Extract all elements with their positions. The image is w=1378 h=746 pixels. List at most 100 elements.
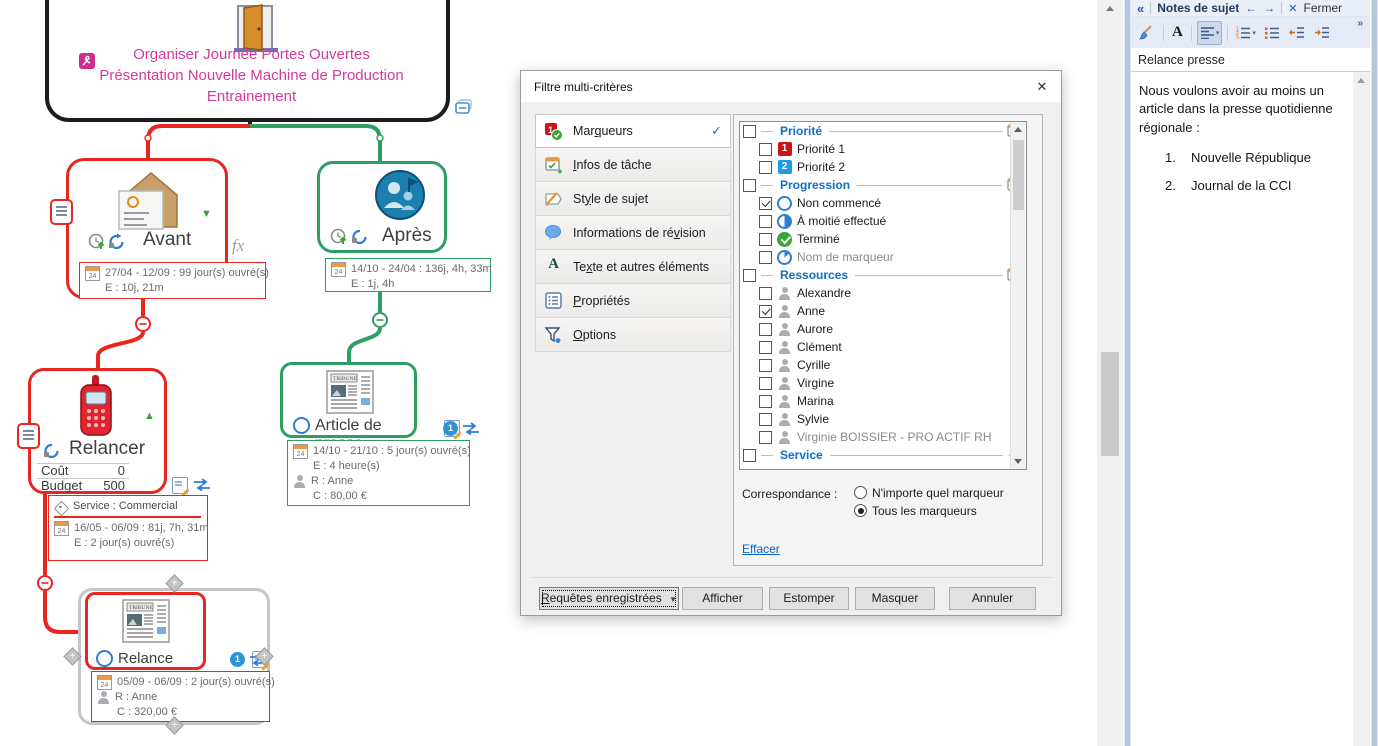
scrollbar-thumb[interactable] xyxy=(1013,140,1024,210)
cancel-button[interactable]: Annuler xyxy=(949,587,1036,610)
marker-item-priorite-2[interactable]: 2 Priorité 2 xyxy=(740,158,1026,176)
marker-list-scrollbar[interactable] xyxy=(1010,122,1026,469)
tab-marqueurs[interactable]: 1 Marqueurs ✓ xyxy=(535,114,731,148)
marker-group-service[interactable]: Service xyxy=(740,446,1026,464)
chevron-down-icon[interactable]: ▼ xyxy=(201,209,212,220)
marker-item-sylvie[interactable]: Sylvie xyxy=(740,410,1026,428)
format-painter-button[interactable] xyxy=(1135,21,1158,45)
tab-infos-de-tache[interactable]: Infos de tâche xyxy=(535,148,731,182)
checkbox[interactable] xyxy=(759,161,772,174)
collapse-panel-icon[interactable]: « xyxy=(1137,1,1144,16)
marker-item-virgine[interactable]: Virgine xyxy=(740,374,1026,392)
tab-style-de-sujet[interactable]: Style de sujet xyxy=(535,182,731,216)
marker-item-virginie-boissier[interactable]: Virginie BOISSIER - PRO ACTIF RH xyxy=(740,428,1026,446)
collapse-subtopics-icon[interactable] xyxy=(455,99,473,115)
checkbox[interactable] xyxy=(759,431,772,444)
progress-not-started-icon[interactable] xyxy=(96,650,113,667)
checkbox[interactable] xyxy=(759,251,772,264)
font-button[interactable]: A xyxy=(1169,21,1186,45)
back-arrow-icon[interactable]: ← xyxy=(1245,1,1257,15)
checkbox[interactable] xyxy=(759,143,772,156)
scroll-up-arrow[interactable] xyxy=(1357,78,1365,83)
saved-queries-button[interactable]: Requêtes enregistrées ▼ xyxy=(539,587,679,610)
bullet-list-button[interactable] xyxy=(1262,21,1283,45)
checkbox[interactable] xyxy=(743,449,756,462)
notes-scrollbar[interactable] xyxy=(1353,72,1370,746)
checkbox[interactable] xyxy=(759,377,772,390)
tab-informations-de-revision[interactable]: Informations de révision xyxy=(535,216,731,250)
filter-dialog[interactable]: Filtre multi-critères ✕ 1 Marqueurs ✓ In… xyxy=(520,70,1062,616)
marker-item-nom-de-marqueur[interactable]: Nom de marqueur xyxy=(740,248,1026,266)
topic-article-de-presse[interactable]: TRIBUNE Article de presse xyxy=(280,362,417,438)
show-button[interactable]: Afficher xyxy=(682,587,763,610)
topic-relance-presse[interactable]: TRIBUNE Relance presse xyxy=(85,592,206,670)
marker-item-alexandre[interactable]: Alexandre xyxy=(740,284,1026,302)
progress-not-started-icon[interactable] xyxy=(293,417,310,434)
numbered-list-button[interactable]: 123 ▾ xyxy=(1233,21,1259,45)
marker-item-a-moitie[interactable]: À moitié effectué xyxy=(740,212,1026,230)
scroll-up-arrow[interactable] xyxy=(1106,6,1114,11)
hide-button[interactable]: Masquer xyxy=(855,587,935,610)
align-button[interactable]: ▾ xyxy=(1197,21,1223,45)
marker-item-marina[interactable]: Marina xyxy=(740,392,1026,410)
chevron-up-icon[interactable]: ▲ xyxy=(144,411,155,422)
checkbox[interactable] xyxy=(759,233,772,246)
radio-icon[interactable] xyxy=(854,504,867,517)
panel-splitter-left[interactable] xyxy=(1124,0,1131,746)
checkbox[interactable] xyxy=(759,341,772,354)
marker-group-progression[interactable]: Progression xyxy=(740,176,1026,194)
comment-count-badge[interactable]: 1 xyxy=(443,421,458,436)
fade-button[interactable]: Estomper xyxy=(769,587,849,610)
marker-item-cyrille[interactable]: Cyrille xyxy=(740,356,1026,374)
forward-arrow-icon[interactable]: → xyxy=(1263,1,1275,15)
marker-item-clement[interactable]: Clément xyxy=(740,338,1026,356)
flowchart-link-icon[interactable] xyxy=(192,477,212,493)
radio-any-marker[interactable]: N'importe quel marqueur xyxy=(854,486,1004,500)
toolbar-overflow-icon[interactable]: » xyxy=(1354,17,1366,30)
marker-item-priorite-1[interactable]: 1 Priorité 1 xyxy=(740,140,1026,158)
clear-link[interactable]: Effacer xyxy=(742,542,780,556)
close-icon[interactable]: ✕ xyxy=(1033,78,1051,96)
checkbox[interactable] xyxy=(759,215,772,228)
notes-topic-title-field[interactable]: Relance presse xyxy=(1131,48,1370,72)
scroll-up-arrow[interactable] xyxy=(1014,127,1022,132)
notes-indicator-badge[interactable] xyxy=(50,199,73,225)
panel-splitter-right[interactable] xyxy=(1371,0,1378,746)
close-panel-icon[interactable]: ✕ xyxy=(1288,2,1297,15)
notes-editor[interactable]: Nous voulons avoir au moins un article d… xyxy=(1131,72,1353,746)
tab-texte-et-autres-elements[interactable]: A Texte et autres éléments xyxy=(535,250,731,284)
topic-apres[interactable]: Après xyxy=(317,161,447,253)
radio-icon[interactable] xyxy=(854,486,867,499)
marker-item-anne[interactable]: Anne xyxy=(740,302,1026,320)
marker-list[interactable]: Priorité 1 Priorité 1 2 Priorité 2 Progr… xyxy=(739,121,1027,470)
tab-proprietes[interactable]: Propriétés xyxy=(535,284,731,318)
notes-indicator-badge[interactable] xyxy=(17,423,40,449)
indent-button[interactable] xyxy=(1311,21,1333,45)
comment-count-badge[interactable]: 1 xyxy=(230,652,245,667)
tab-options[interactable]: Options xyxy=(535,318,731,352)
marker-item-non-commence[interactable]: Non commencé xyxy=(740,194,1026,212)
checkbox[interactable] xyxy=(743,125,756,138)
outdent-button[interactable] xyxy=(1286,21,1308,45)
checkbox[interactable] xyxy=(759,287,772,300)
checkbox[interactable] xyxy=(759,395,772,408)
map-scrollbar-thumb[interactable] xyxy=(1101,352,1119,456)
note-icon[interactable] xyxy=(172,477,188,494)
checkbox[interactable] xyxy=(759,413,772,426)
topic-relancer[interactable]: ▲ Relancer Coût0 Budget500 xyxy=(28,368,167,494)
radio-all-markers[interactable]: Tous les marqueurs xyxy=(854,504,977,518)
checkbox[interactable] xyxy=(759,359,772,372)
scroll-down-arrow[interactable] xyxy=(1014,459,1022,464)
marker-group-priorite[interactable]: Priorité xyxy=(740,122,1026,140)
flowchart-link-icon[interactable] xyxy=(461,421,481,437)
checkbox[interactable] xyxy=(743,179,756,192)
marker-item-termine[interactable]: Terminé xyxy=(740,230,1026,248)
checkbox[interactable] xyxy=(759,197,772,210)
root-topic[interactable]: Organiser Journée Portes Ouvertes Présen… xyxy=(45,0,450,122)
map-vertical-scrollbar[interactable] xyxy=(1097,0,1123,746)
dialog-title-bar[interactable]: Filtre multi-critères ✕ xyxy=(521,71,1061,102)
marker-group-ressources[interactable]: Ressources xyxy=(740,266,1026,284)
checkbox[interactable] xyxy=(743,269,756,282)
close-panel-label[interactable]: Fermer xyxy=(1303,1,1342,15)
marker-item-aurore[interactable]: Aurore xyxy=(740,320,1026,338)
